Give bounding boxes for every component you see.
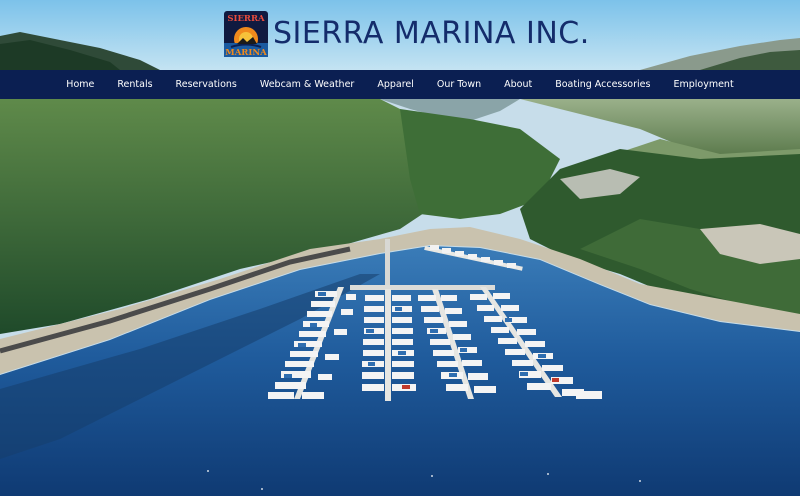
nav-employment[interactable]: Employment [662,70,745,99]
nav-our-town[interactable]: Our Town [425,70,492,99]
nav-boating-accessories[interactable]: Boating Accessories [544,70,662,99]
nav-apparel[interactable]: Apparel [366,70,426,99]
logo-text-top: SIERRA [227,14,265,24]
site-title[interactable]: SIERRA MARINA INC. [273,10,590,58]
site-header: SIERRA MARINA SIERRA MARINA INC. [0,0,800,70]
logo-text-bottom: MARINA [225,48,267,58]
nav-about[interactable]: About [493,70,544,99]
aerial-marina-photo [0,99,800,496]
nav-webcam-weather[interactable]: Webcam & Weather [248,70,365,99]
nav-home[interactable]: Home [55,70,106,99]
brand[interactable]: SIERRA MARINA SIERRA MARINA INC. [223,10,590,58]
nav-reservations[interactable]: Reservations [164,70,248,99]
main-nav: Home Rentals Reservations Webcam & Weath… [0,70,800,99]
sierra-marina-logo[interactable]: SIERRA MARINA [223,10,269,58]
hero-marina-image [0,99,800,496]
nav-rentals[interactable]: Rentals [106,70,164,99]
